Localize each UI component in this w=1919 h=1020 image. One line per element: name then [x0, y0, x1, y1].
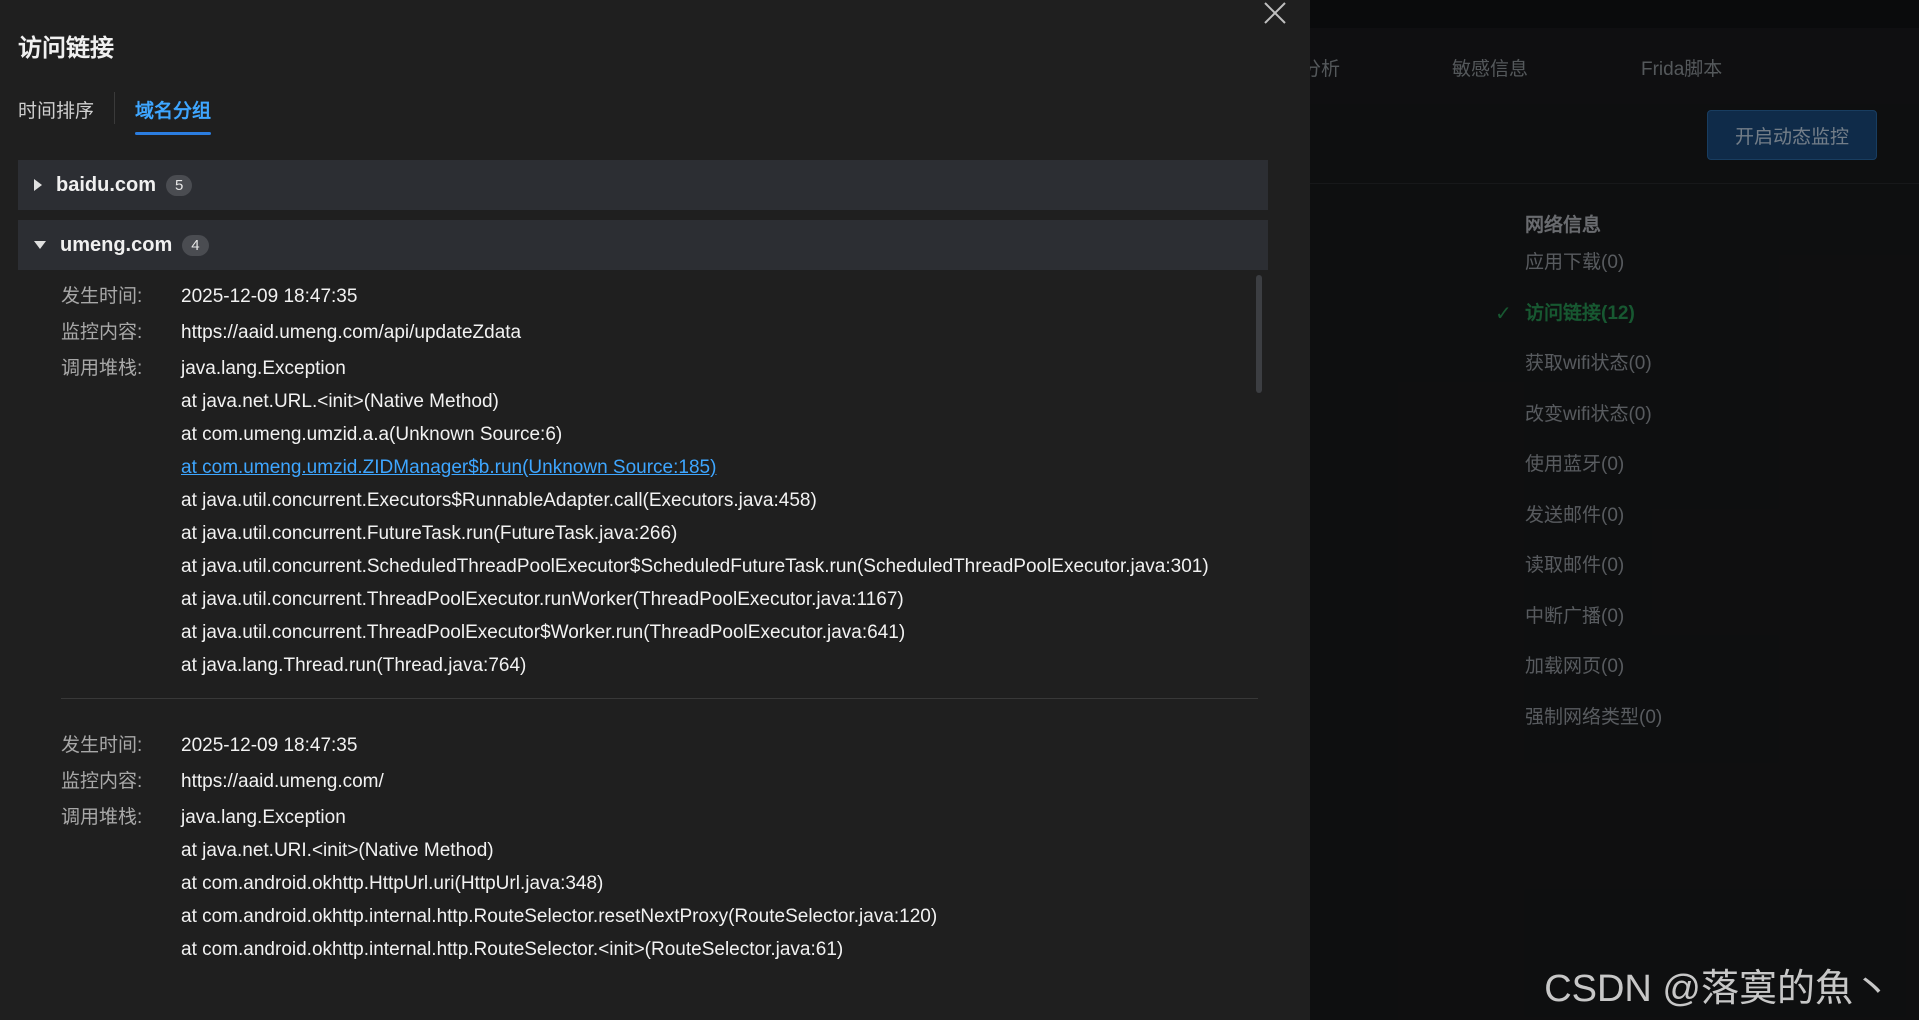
group-header-umeng-com[interactable]: umeng.com 4 [18, 220, 1268, 280]
time-row: 发生时间: 2025-12-09 18:47:35 [61, 729, 1268, 762]
stack-line: at com.android.okhttp.HttpUrl.uri(HttpUr… [181, 873, 604, 894]
scrollbar-thumb[interactable] [1256, 275, 1262, 393]
stack-line: at java.util.concurrent.ThreadPoolExecut… [181, 589, 904, 610]
stack-label: 调用堆栈: [61, 807, 143, 828]
caret-right-icon [34, 179, 42, 191]
caret-down-icon [34, 241, 46, 249]
close-icon [1264, 2, 1286, 24]
stack-line: at com.umeng.umzid.a.a(Unknown Source:6) [181, 424, 563, 445]
stack-row: 调用堆栈: java.lang.Exception at java.net.URL.… [61, 352, 1268, 682]
time-label: 发生时间: [61, 286, 143, 307]
stack-line: at com.android.okhttp.internal.http.Rout… [181, 939, 844, 960]
time-label: 发生时间: [61, 735, 143, 756]
domain-group-list: baidu.com 5 umeng.com 4 发生时间: 2025-12-09 18:4… [18, 160, 1268, 966]
group-header-baidu-com[interactable]: baidu.com 5 [18, 160, 1268, 220]
stack-line: at java.net.URI.<init>(Native Method) [181, 840, 494, 861]
content-row: 监控内容: https://aaid.umeng.com/ [61, 765, 1268, 798]
record-divider [61, 698, 1258, 699]
content-row: 监控内容: https://aaid.umeng.com/api/updateZd… [61, 316, 1268, 349]
group-domain: umeng.com [60, 233, 173, 256]
record-item: 发生时间: 2025-12-09 18:47:35 监控内容: https://aai… [18, 729, 1268, 966]
stack-line: java.lang.Exception [181, 358, 346, 379]
drawer-title: 访问链接 [18, 35, 114, 62]
tab-time-sort[interactable]: 时间排序 [18, 96, 94, 123]
stack-trace: java.lang.Exception at java.net.URL.<init… [181, 352, 1209, 682]
sort-tabs: 时间排序 域名分组 [18, 92, 212, 136]
watermark: CSDN @落寞的魚丶 [1544, 968, 1891, 1010]
group-domain: baidu.com [56, 173, 157, 196]
time-row: 发生时间: 2025-12-09 18:47:35 [61, 280, 1268, 313]
stack-line: at java.net.URL.<init>(Native Method) [181, 391, 499, 412]
stack-trace: java.lang.Exception at java.net.URI.<init… [181, 801, 937, 966]
stack-line-link[interactable]: at com.umeng.umzid.ZIDManager$b.run(Unkn… [181, 451, 1209, 484]
time-value: 2025-12-09 18:47:35 [181, 286, 358, 307]
content-label: 监控内容: [61, 322, 143, 343]
record-item: 发生时间: 2025-12-09 18:47:35 监控内容: https://aai… [18, 280, 1268, 699]
content-value: https://aaid.umeng.com/ [181, 771, 384, 792]
stack-line: at com.android.okhttp.internal.http.Rout… [181, 906, 938, 927]
close-button[interactable] [1262, 0, 1292, 30]
stack-line: at java.util.concurrent.ThreadPoolExecut… [181, 622, 906, 643]
content-label: 监控内容: [61, 771, 143, 792]
tab-domain-group[interactable]: 域名分组 [135, 96, 212, 135]
access-links-drawer: 访问链接 时间排序 域名分组 baidu.com 5 umeng.com 4 发生时间:… [0, 0, 1310, 1020]
stack-line: at java.lang.Thread.run(Thread.java:764) [181, 655, 527, 676]
stack-label: 调用堆栈: [61, 358, 143, 379]
time-value: 2025-12-09 18:47:35 [181, 735, 358, 756]
stack-line: at java.util.concurrent.Executors$Runnab… [181, 490, 817, 511]
stack-line: at java.util.concurrent.ScheduledThreadP… [181, 556, 1209, 577]
tab-divider [114, 92, 116, 124]
count-badge: 4 [182, 234, 209, 256]
count-badge: 5 [166, 174, 193, 196]
stack-line: at java.util.concurrent.FutureTask.run(F… [181, 523, 678, 544]
stack-line: java.lang.Exception [181, 807, 346, 828]
content-value: https://aaid.umeng.com/api/updateZdata [181, 322, 522, 343]
stack-row: 调用堆栈: java.lang.Exception at java.net.URI.… [61, 801, 1268, 966]
